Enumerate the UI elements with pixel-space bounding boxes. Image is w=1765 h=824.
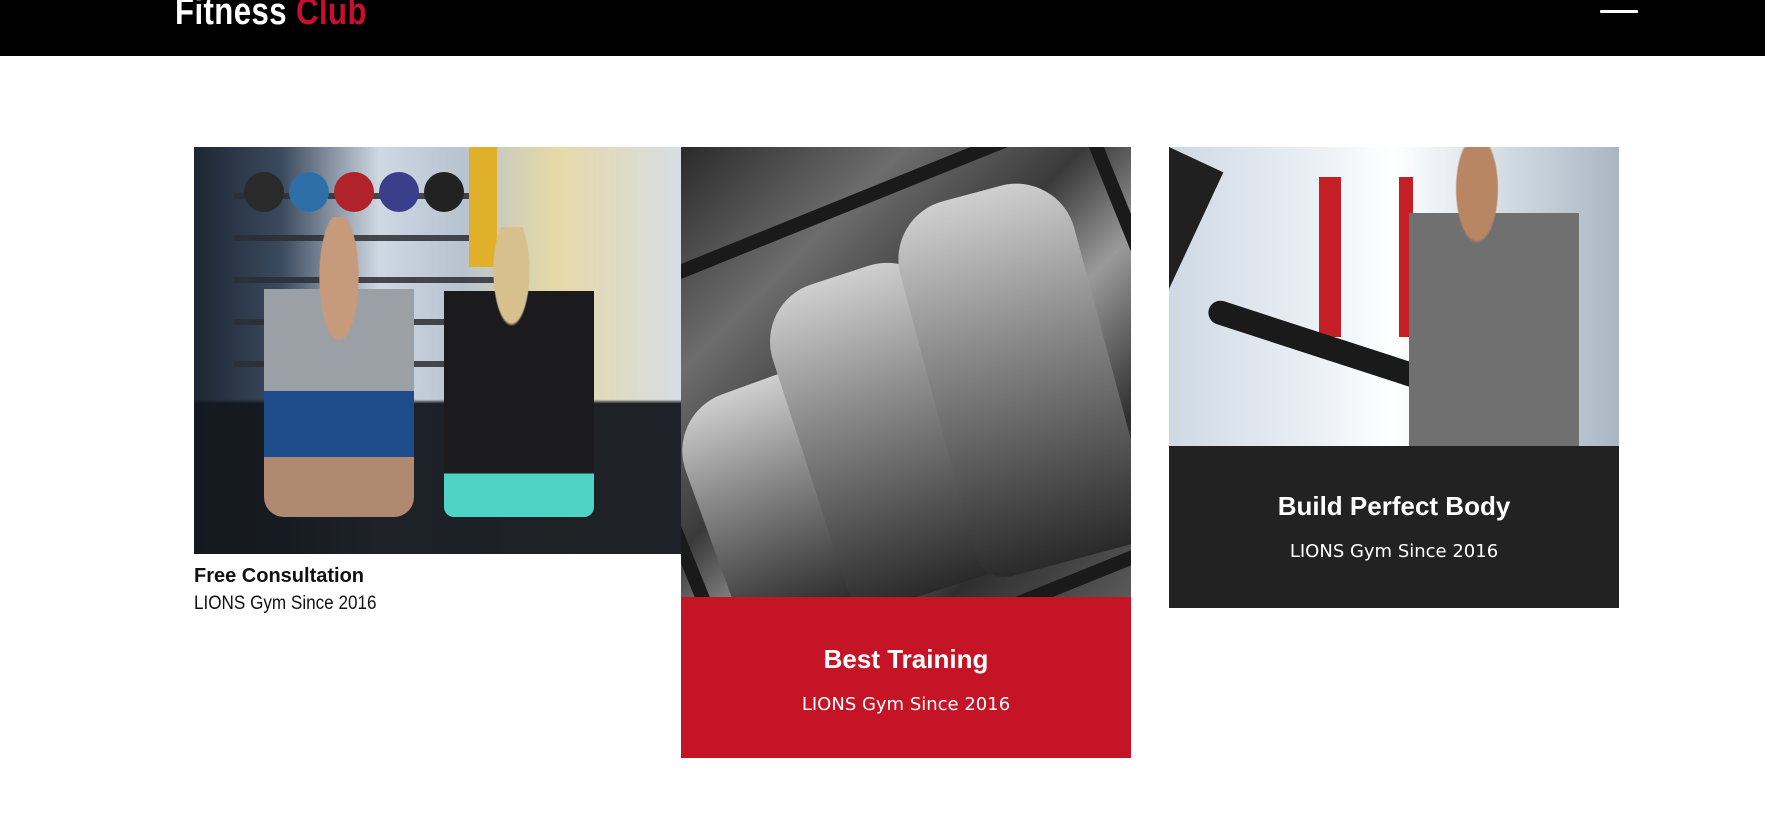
- red-column: [1319, 177, 1341, 337]
- card-image-body: [1169, 147, 1619, 446]
- card-subtitle: LIONS Gym Since 2016: [1289, 541, 1499, 562]
- card-subtitle: LIONS Gym Since 2016: [194, 593, 377, 614]
- card-caption-consultation: Free Consultation LIONS Gym Since 2016: [194, 562, 681, 618]
- runner-figure: [1409, 147, 1579, 446]
- card-panel-training: Best Training LIONS Gym Since 2016: [681, 597, 1131, 758]
- brand-logo[interactable]: Fitness Club: [175, 0, 367, 38]
- medicine-ball: [379, 172, 419, 212]
- card-image-training: [681, 147, 1131, 597]
- brand-word-club: Club: [296, 0, 367, 33]
- site-header: Fitness Club: [0, 0, 1765, 56]
- menu-bar-line: [1600, 10, 1638, 13]
- medicine-ball: [334, 172, 374, 212]
- card-image-consultation: [194, 147, 681, 554]
- medicine-ball: [424, 172, 464, 212]
- card-title: Build Perfect Body: [1277, 491, 1511, 521]
- brand-word-fitness: Fitness: [175, 0, 287, 33]
- card-panel-body: Build Perfect Body LIONS Gym Since 2016: [1169, 446, 1619, 608]
- card-subtitle: LIONS Gym Since 2016: [801, 694, 1011, 715]
- trainer-figure: [264, 217, 414, 517]
- medicine-ball: [289, 172, 329, 212]
- card-title: Free Consultation: [194, 565, 365, 587]
- card-title: Best Training: [823, 644, 989, 674]
- medicine-ball: [244, 172, 284, 212]
- client-figure: [444, 227, 594, 517]
- treadmill-frame: [1169, 147, 1224, 446]
- hamburger-menu-icon[interactable]: [1600, 4, 1640, 18]
